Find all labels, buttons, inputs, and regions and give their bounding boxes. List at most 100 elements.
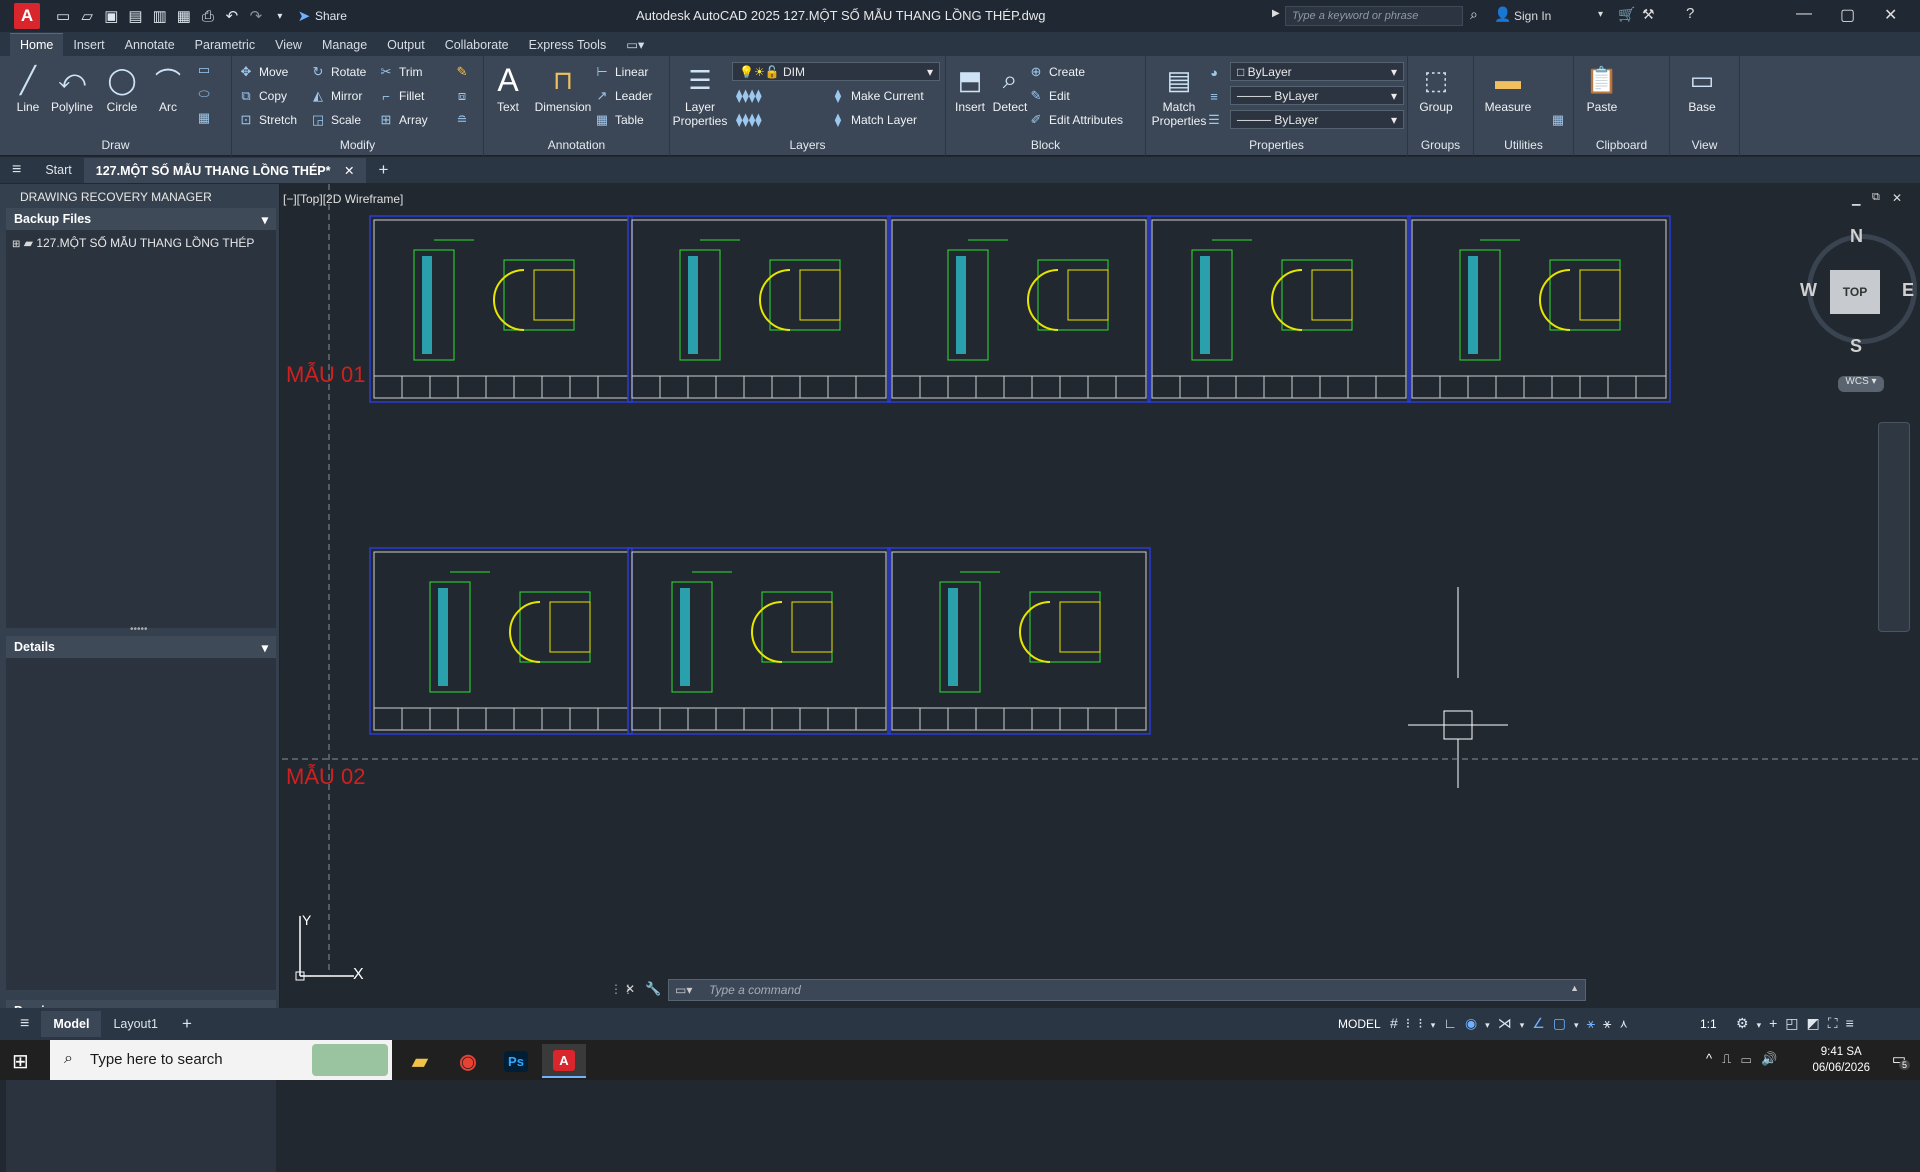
text-button[interactable]: A Text — [484, 60, 532, 115]
match-properties-button[interactable]: ▤ Match Properties — [1150, 60, 1208, 129]
command-customize-icon[interactable]: 🔧 — [645, 981, 661, 997]
customize-menu-icon[interactable]: ≡ — [1846, 1015, 1862, 1031]
tab-model[interactable]: Model — [41, 1011, 102, 1037]
offset-icon[interactable]: ≘ — [454, 110, 470, 130]
match-layer-button[interactable]: ⧫ Match Layer — [830, 110, 917, 130]
photoshop-icon[interactable]: Ps — [494, 1044, 538, 1078]
close-icon[interactable]: ✕ — [1884, 5, 1897, 25]
dropdown-icon[interactable]: ▾ — [1485, 1020, 1498, 1030]
viewcube-west[interactable]: W — [1800, 280, 1817, 301]
layers-panel-title[interactable]: Layers — [670, 138, 945, 152]
object-snap-icon[interactable]: ▢ — [1553, 1015, 1574, 1031]
ribbon-minimize-icon[interactable]: ▭▾ — [616, 33, 654, 56]
fullscreen-icon[interactable]: ⛶ — [1828, 1015, 1846, 1031]
command-input[interactable]: ▭▾ Type a command ▲ — [668, 979, 1586, 1001]
snap-icon[interactable]: ⁝⁝ — [1406, 1015, 1431, 1031]
sign-in-dropdown-icon[interactable]: ▾ — [1598, 9, 1603, 20]
new-file-icon[interactable]: ▭ — [56, 7, 70, 25]
web-mobile-icon[interactable]: ▥ — [153, 7, 167, 25]
taskbar-clock[interactable]: 9:41 SA 06/06/2026 — [1812, 1044, 1870, 1076]
layer-dropdown[interactable]: 💡☀🔓 DIM ▾ — [732, 62, 940, 81]
chrome-icon[interactable]: ◉ — [446, 1044, 490, 1078]
measure-button[interactable]: ▬ Measure — [1480, 60, 1536, 115]
linetype-icon[interactable]: ≡ — [1206, 86, 1222, 106]
command-history-toggle-icon[interactable]: ▲ — [1570, 983, 1579, 993]
tab-layout1[interactable]: Layout1 — [101, 1011, 169, 1037]
help-search-input[interactable]: Type a keyword or phrase — [1285, 6, 1463, 26]
calculator-icon[interactable]: ▦ — [1550, 110, 1566, 130]
drawing-sheet[interactable] — [887, 547, 1151, 735]
fillet-button[interactable]: ⌐ Fillet — [378, 86, 424, 106]
lineweight-icon[interactable]: ☰ — [1206, 110, 1222, 130]
scale-button[interactable]: ◲ Scale — [310, 110, 361, 130]
dropdown-icon[interactable]: ▾ — [1520, 1020, 1533, 1030]
search-icon[interactable]: ⌕ — [1470, 6, 1478, 23]
tab-annotate[interactable]: Annotate — [115, 34, 185, 56]
object-snap-tracking-icon[interactable]: ∠ — [1532, 1015, 1553, 1031]
user-icon[interactable]: 👤 — [1494, 6, 1511, 23]
file-explorer-icon[interactable]: ▰ — [398, 1044, 442, 1078]
gradient-icon[interactable]: ▦ — [196, 108, 212, 128]
maximize-icon[interactable]: ▢ — [1840, 5, 1855, 25]
annotation-scale-icon[interactable]: ⋏ — [1619, 1015, 1635, 1031]
layer-tools-icon[interactable]: ⧫⧫⧫⧫ — [736, 86, 762, 106]
tab-manage[interactable]: Manage — [312, 34, 377, 56]
annotation-visibility-icon[interactable]: ⚹ — [1587, 1015, 1603, 1031]
leader-button[interactable]: ↗ Leader — [594, 86, 653, 106]
cart-icon[interactable]: 🛒 — [1618, 6, 1635, 23]
autocad-logo-icon[interactable]: A — [14, 3, 40, 29]
color-wheel-icon[interactable]: ◕ — [1206, 62, 1222, 82]
navigation-bar[interactable] — [1878, 422, 1910, 632]
edit-block-button[interactable]: ✎ Edit — [1028, 86, 1070, 106]
drawing-sheet[interactable] — [369, 547, 633, 735]
tab-express-tools[interactable]: Express Tools — [519, 34, 617, 56]
linetype-dropdown[interactable]: ──── ByLayer ▾ — [1230, 86, 1404, 105]
auto-scale-icon[interactable]: ⚹ — [1603, 1015, 1619, 1031]
mirror-button[interactable]: ◭ Mirror — [310, 86, 362, 106]
dimension-button[interactable]: ⊓ Dimension — [528, 60, 598, 115]
polar-icon[interactable]: ◉ — [1465, 1015, 1485, 1031]
tab-view[interactable]: View — [265, 34, 312, 56]
array-button[interactable]: ⊞ Array — [378, 110, 428, 130]
open-file-icon[interactable]: ▱ — [80, 7, 94, 25]
plus-icon[interactable]: + — [1769, 1015, 1785, 1031]
detect-button[interactable]: ⌕ Detect — [986, 60, 1034, 114]
annotation-panel-title[interactable]: Annotation — [484, 138, 669, 152]
tab-active-drawing[interactable]: 127.MỘT SỐ MẪU THANG LỒNG THÉP* ✕ — [83, 157, 367, 183]
model-space-indicator[interactable]: MODEL — [1338, 1017, 1381, 1031]
utilities-panel-title[interactable]: Utilities — [1474, 138, 1573, 152]
dropdown-icon[interactable]: ▾ — [1574, 1020, 1587, 1030]
groups-panel-title[interactable]: Groups — [1408, 138, 1473, 152]
publish-icon[interactable]: ▦ — [177, 7, 191, 25]
dropdown-icon[interactable]: ▾ — [1431, 1020, 1444, 1030]
modify-panel-title[interactable]: Modify — [232, 138, 483, 152]
share-icon[interactable]: ➤ — [297, 7, 311, 25]
layer-tools-2-icon[interactable]: ⧫⧫⧫⧫ — [736, 110, 762, 130]
create-block-button[interactable]: ⊕ Create — [1028, 62, 1085, 82]
drawing-sheet[interactable] — [627, 547, 891, 735]
isolate-icon[interactable]: ◩ — [1807, 1015, 1828, 1031]
dropdown-icon[interactable]: ▾ — [1757, 1020, 1770, 1030]
new-tab-icon[interactable]: + — [366, 155, 400, 185]
redo-icon[interactable]: ↷ — [249, 7, 263, 25]
explode-icon[interactable]: ⧈ — [454, 86, 470, 106]
undo-icon[interactable]: ↶ — [225, 7, 239, 25]
volume-icon[interactable]: 🔊 — [1761, 1051, 1787, 1066]
tab-parametric[interactable]: Parametric — [185, 34, 265, 56]
make-current-button[interactable]: ⧫ Make Current — [830, 86, 924, 106]
erase-icon[interactable]: ✎ — [454, 62, 470, 82]
tab-output[interactable]: Output — [377, 34, 435, 56]
rectangle-icon[interactable]: ▭ — [196, 60, 212, 80]
properties-panel-title[interactable]: Properties — [1146, 138, 1407, 152]
line-button[interactable]: ╱ Line — [4, 60, 52, 115]
wcs-menu[interactable]: WCS ▾ — [1838, 376, 1884, 392]
paste-button[interactable]: 📋 Paste — [1578, 60, 1626, 115]
save-icon[interactable]: ▣ — [104, 7, 118, 25]
taskbar-search-input[interactable]: ⌕ Type here to search — [50, 1040, 392, 1080]
plot-icon[interactable]: ⎙ — [201, 8, 215, 25]
splitter-grip[interactable]: ••••• — [130, 624, 148, 635]
color-dropdown[interactable]: □ ByLayer ▾ — [1230, 62, 1404, 81]
stretch-button[interactable]: ⊡ Stretch — [238, 110, 297, 130]
backup-file-item[interactable]: ⊞ ▰ 127.MỘT SỐ MẪU THANG LỒNG THÉP — [6, 230, 276, 256]
viewport-restore-icon[interactable]: ⧉ — [1872, 191, 1880, 204]
